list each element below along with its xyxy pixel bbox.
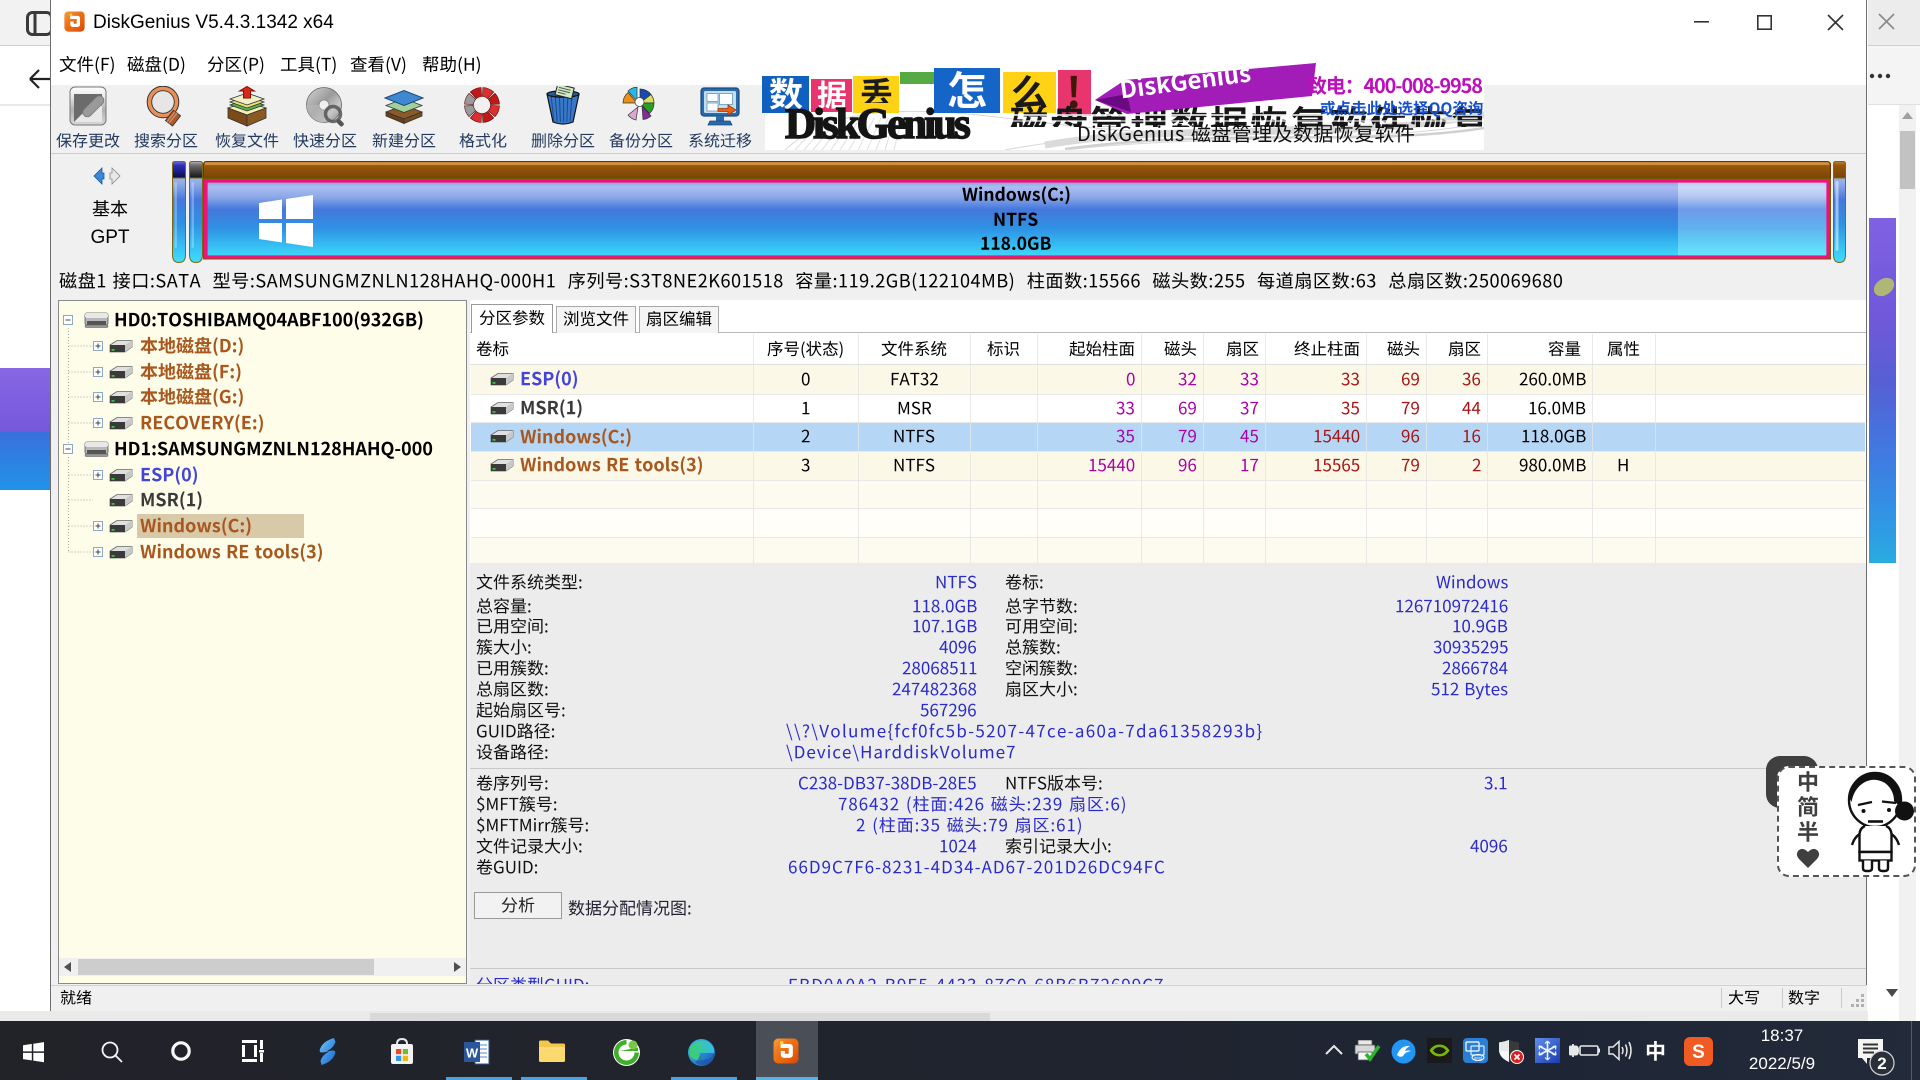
svg-text:intel: intel (1474, 1056, 1482, 1061)
svg-text:W: W (466, 1046, 479, 1061)
svg-text:2: 2 (1877, 1054, 1886, 1073)
svg-text:S: S (1692, 1042, 1705, 1063)
